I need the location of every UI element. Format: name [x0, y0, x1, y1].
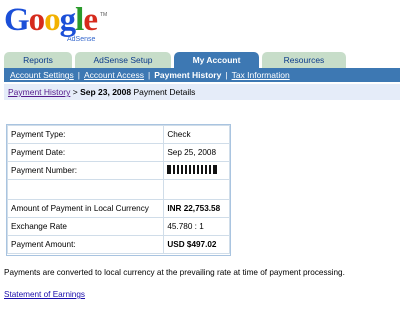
subnav-account-access[interactable]: Account Access [84, 70, 144, 80]
account-subnav: Account Settings | Account Access | Payment … [4, 68, 400, 82]
redacted-number-scribble [167, 165, 218, 174]
payment-number-label: Payment Number: [6, 161, 165, 180]
empty-cell [6, 179, 165, 200]
google-adsense-logo: Google TM AdSense [4, 3, 108, 45]
subnav-separator: | [148, 70, 151, 80]
table-row: Amount of Payment in Local Currency INR … [6, 199, 230, 218]
table-row: Exchange Rate 45.780 : 1 [6, 217, 230, 236]
empty-cell [163, 179, 230, 200]
payment-date-label: Payment Date: [6, 143, 165, 162]
logo-product: AdSense [67, 36, 96, 43]
tab-reports[interactable]: Reports [4, 52, 72, 68]
statement-of-earnings-link[interactable]: Statement of Earnings [4, 290, 85, 299]
payment-type-label: Payment Type: [6, 125, 165, 144]
table-row: Payment Amount: USD $497.02 [6, 235, 230, 254]
subnav-tax-information[interactable]: Tax Information [232, 70, 290, 80]
payment-amount-label: Payment Amount: [6, 235, 165, 254]
table-row: Payment Date: Sep 25, 2008 [6, 143, 230, 162]
logo-letter-4: g [59, 2, 76, 38]
payment-type-value: Check [163, 125, 230, 144]
logo-wordmark: Google [4, 3, 104, 37]
tab-adsense-setup[interactable]: AdSense Setup [75, 52, 171, 68]
exchange-rate-value: 45.780 : 1 [163, 217, 230, 236]
tab-my-account[interactable]: My Account [174, 52, 259, 68]
logo-letter-3: o [44, 2, 60, 38]
payment-number-value [163, 161, 230, 180]
subnav-separator: | [77, 70, 81, 80]
payment-amount-value: USD $497.02 [163, 235, 230, 254]
breadcrumb: Payment History > Sep 23, 2008 Payment D… [4, 84, 400, 100]
breadcrumb-date: Sep 23, 2008 [80, 87, 132, 97]
local-amount-value: INR 22,753.58 [163, 199, 230, 218]
payment-date-value: Sep 25, 2008 [163, 143, 230, 162]
table-row: Payment Number: [6, 161, 230, 180]
logo-trademark: TM [100, 12, 108, 18]
tab-resources[interactable]: Resources [262, 52, 346, 68]
table-row-empty [6, 179, 230, 200]
subnav-account-settings[interactable]: Account Settings [10, 70, 74, 80]
exchange-rate-label: Exchange Rate [6, 217, 165, 236]
subnav-separator: | [225, 70, 228, 80]
logo-letter-6: e [83, 2, 98, 38]
payment-details-table: Payment Type: Check Payment Date: Sep 25… [6, 124, 231, 256]
logo-letter-2: o [28, 2, 45, 38]
table-row: Payment Type: Check [6, 125, 230, 144]
local-amount-label: Amount of Payment in Local Currency [6, 199, 165, 218]
breadcrumb-separator: > [72, 87, 78, 97]
subnav-payment-history: Payment History [154, 70, 222, 80]
currency-note: Payments are converted to local currency… [4, 268, 345, 277]
logo-letter-1: G [4, 2, 30, 38]
breadcrumb-payment-history-link[interactable]: Payment History [8, 87, 70, 97]
breadcrumb-suffix: Payment Details [133, 87, 196, 97]
main-tabs: Reports AdSense Setup My Account Resourc… [4, 52, 349, 68]
